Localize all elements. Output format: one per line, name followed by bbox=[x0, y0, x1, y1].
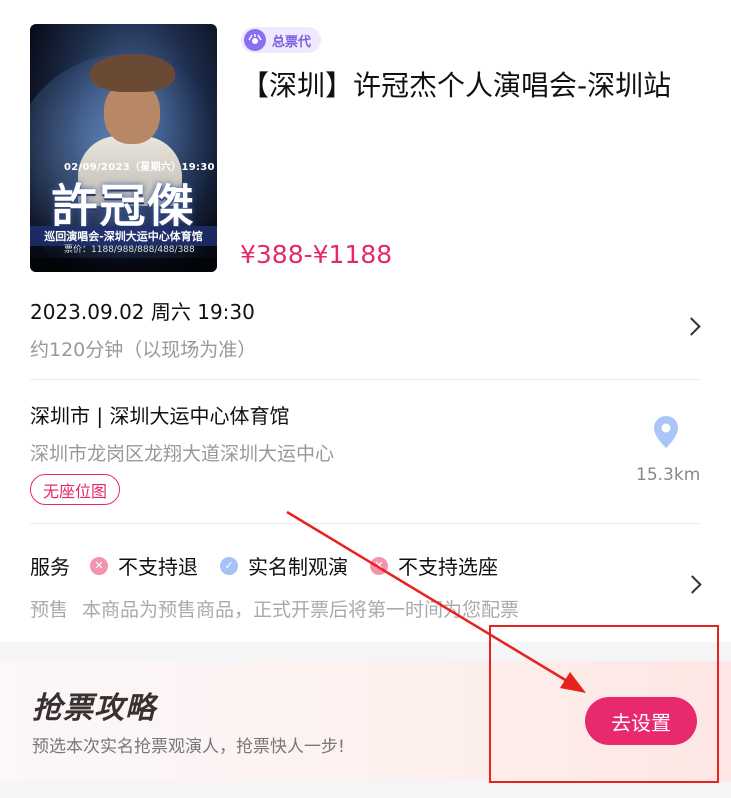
service-item-no-refund: ✕ 不支持退 bbox=[90, 551, 198, 580]
service-item-real-name: ✓ 实名制观演 bbox=[220, 551, 348, 580]
check-icon: ✓ bbox=[220, 556, 238, 575]
event-duration: 约120分钟（以现场为准） bbox=[30, 339, 257, 361]
event-poster-image[interactable]: 02/09/2023（星期六）19:30 許冠傑 巡回演唱会-深圳大运中心体育馆… bbox=[30, 24, 217, 272]
event-price-range: ¥388-¥1188 bbox=[240, 240, 393, 269]
section-gap bbox=[0, 781, 731, 798]
seat-map-tag[interactable]: 无座位图 bbox=[30, 474, 121, 505]
agent-badge-label: 总票代 bbox=[272, 34, 312, 50]
divider bbox=[30, 523, 700, 524]
event-title: 【深圳】许冠杰个人演唱会-深圳站 bbox=[241, 69, 672, 102]
presale-label: 预售 bbox=[30, 599, 69, 621]
venue-address: 深圳市龙岗区龙翔大道深圳大运中心 bbox=[30, 443, 335, 465]
event-datetime: 2023.09.02 周六 19:30 bbox=[30, 300, 255, 324]
schedule-row[interactable]: 2023.09.02 周六 19:30 约120分钟（以现场为准） bbox=[30, 296, 701, 366]
service-label: 服务 bbox=[30, 555, 70, 579]
presale-text: 本商品为预售商品，正式开票后将第一时间为您配票 bbox=[82, 599, 520, 621]
poster-footer-strip bbox=[30, 258, 217, 272]
agency-logo-icon bbox=[244, 29, 266, 51]
banner-title: 抢票攻略 bbox=[32, 691, 156, 726]
location-pin-icon[interactable] bbox=[653, 415, 679, 449]
poster-figure-hat bbox=[90, 54, 175, 92]
cross-icon: ✕ bbox=[90, 556, 108, 575]
presale-info: 预售 本商品为预售商品，正式开票后将第一时间为您配票 bbox=[30, 595, 519, 622]
venue-name: 深圳市 | 深圳大运中心体育馆 bbox=[30, 404, 290, 428]
highlight-box-annotation bbox=[489, 625, 719, 783]
service-item-no-seat-select: ✕ 不支持选座 bbox=[370, 551, 498, 580]
venue-row[interactable]: 深圳市 | 深圳大运中心体育馆 深圳市龙岗区龙翔大道深圳大运中心 bbox=[30, 400, 700, 470]
service-row[interactable]: 服务 ✕ 不支持退 ✓ 实名制观演 ✕ 不支持选座 bbox=[30, 551, 520, 580]
agent-badge: 总票代 bbox=[241, 27, 322, 53]
banner-subtitle: 预选本次实名抢票观演人，抢票快人一步! bbox=[32, 737, 345, 757]
divider bbox=[30, 379, 700, 380]
venue-distance: 15.3km bbox=[636, 465, 701, 485]
poster-price-list: 票价：1188/988/888/488/388 bbox=[64, 245, 195, 255]
chevron-right-icon[interactable] bbox=[683, 575, 702, 594]
cross-icon: ✕ bbox=[370, 556, 388, 575]
